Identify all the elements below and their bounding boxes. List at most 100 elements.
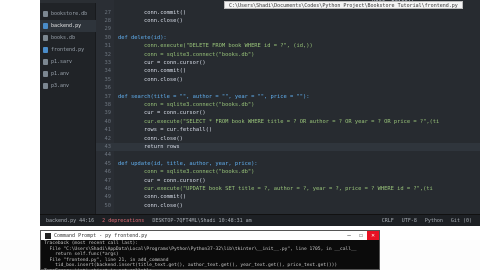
terminal-output[interactable]: Traceback (most recent call last): File … bbox=[41, 240, 379, 270]
code-line[interactable]: 35 conn.close() bbox=[96, 76, 480, 84]
status-item-3[interactable]: Git (0) bbox=[451, 218, 472, 224]
file-path-tooltip: C:\Users\Shadi\Documents\Codes\Python Pr… bbox=[224, 1, 463, 9]
status-bar: backend.py 44:16 2 deprecations DESKTOP-… bbox=[40, 214, 480, 226]
status-item-2[interactable]: Python bbox=[425, 218, 443, 224]
line-number: 27 bbox=[104, 9, 112, 16]
sidebar-item-3[interactable]: frontend.py bbox=[40, 44, 96, 56]
desktop-margin bbox=[0, 0, 40, 240]
sidebar-item-label: bookstore.db bbox=[51, 11, 88, 17]
sidebar-item-4[interactable]: p1.sarv bbox=[40, 56, 96, 68]
code-text: conn = sqlite3.connect("books.db") bbox=[118, 169, 255, 176]
code-text: def update(id, title, author, year, pric… bbox=[118, 160, 258, 167]
code-text: conn = sqlite3.connect("books.db") bbox=[118, 51, 255, 58]
status-errors[interactable]: 2 deprecations bbox=[102, 218, 144, 224]
code-line[interactable]: 41 rows = cur.fetchall() bbox=[96, 126, 480, 134]
code-line[interactable]: 33 cur = conn.cursor() bbox=[96, 59, 480, 67]
code-line[interactable]: 43 return rows bbox=[96, 142, 480, 152]
code-text: conn.close() bbox=[118, 135, 183, 142]
code-editor[interactable]: year, price))27 conn.commit()28 conn.clo… bbox=[96, 0, 480, 214]
sidebar-item-2[interactable]: books.db bbox=[40, 32, 96, 44]
maximize-button[interactable]: ☐ bbox=[355, 231, 367, 240]
line-number: 30 bbox=[104, 34, 112, 41]
python-file-icon bbox=[43, 23, 48, 29]
line-number: 36 bbox=[104, 85, 112, 92]
code-line[interactable]: 31 conn.execute("DELETE FROM book WHERE … bbox=[96, 42, 480, 50]
code-text: cur = conn.cursor() bbox=[118, 110, 206, 117]
file-icon bbox=[43, 11, 48, 17]
code-text: conn.execute("DELETE FROM book WHERE id … bbox=[118, 43, 313, 50]
line-number: 49 bbox=[104, 194, 112, 201]
code-line[interactable]: 28 conn.close() bbox=[96, 17, 480, 25]
code-text: conn.commit() bbox=[118, 68, 187, 75]
line-number: 40 bbox=[104, 118, 112, 125]
status-right-items: CRLF UTF-8 Python Git (0) bbox=[382, 218, 480, 224]
line-number: 31 bbox=[104, 43, 112, 50]
code-text: rows = cur.fetchall() bbox=[118, 127, 213, 134]
code-line[interactable]: 36 bbox=[96, 84, 480, 92]
status-item-0[interactable]: CRLF bbox=[382, 218, 394, 224]
code-line[interactable]: 30 def delete(id): bbox=[96, 34, 480, 42]
code-line[interactable]: 45 def update(id, title, author, year, pr… bbox=[96, 160, 480, 168]
code-line[interactable]: 37 def search(title = "", author = "", ye… bbox=[96, 93, 480, 101]
terminal-titlebar[interactable]: Command Prompt - py frontend.py — ☐ ✕ bbox=[41, 231, 379, 240]
sidebar-item-label: books.db bbox=[51, 35, 76, 41]
code-text: conn.close() bbox=[118, 202, 183, 209]
command-prompt-window[interactable]: Command Prompt - py frontend.py — ☐ ✕ Tr… bbox=[40, 230, 380, 270]
code-text: return rows bbox=[118, 143, 180, 150]
code-text: conn.close() bbox=[118, 17, 183, 24]
code-line[interactable]: 48 cur.execute("UPDATE book SET title = … bbox=[96, 185, 480, 193]
line-number: 35 bbox=[104, 76, 112, 83]
line-number: 48 bbox=[104, 185, 112, 192]
code-line[interactable]: 50 conn.close() bbox=[96, 202, 480, 210]
sidebar-item-5[interactable]: p1.anv bbox=[40, 68, 96, 80]
code-line[interactable]: 32 conn = sqlite3.connect("books.db") bbox=[96, 51, 480, 59]
file-list: bookstore.db backend.py books.db frontend.p… bbox=[40, 8, 96, 92]
code-line[interactable]: 39 cur = conn.cursor() bbox=[96, 109, 480, 117]
line-number: 29 bbox=[104, 26, 112, 33]
line-number: 46 bbox=[104, 169, 112, 176]
sidebar-header bbox=[40, 0, 96, 3]
line-number: 37 bbox=[104, 93, 112, 100]
line-number: 45 bbox=[104, 160, 112, 167]
line-number: 47 bbox=[104, 177, 112, 184]
line-number: 42 bbox=[104, 135, 112, 142]
minimize-button[interactable]: — bbox=[343, 231, 355, 240]
code-line[interactable]: 44 bbox=[96, 151, 480, 159]
code-text: conn.commit() bbox=[118, 194, 187, 201]
file-tree-sidebar: bookstore.db backend.py books.db frontend.p… bbox=[40, 0, 96, 214]
line-number: 43 bbox=[104, 143, 112, 150]
sidebar-item-1[interactable]: backend.py bbox=[40, 20, 96, 32]
sidebar-item-6[interactable]: p3.anv bbox=[40, 80, 96, 92]
python-file-icon bbox=[43, 47, 48, 53]
status-taskbar-text: DESKTOP-7QFT4ML\Shadi 10:48:31 am bbox=[152, 217, 252, 224]
code-line[interactable]: 34 conn.commit() bbox=[96, 67, 480, 75]
code-line[interactable]: 47 cur = conn.cursor() bbox=[96, 177, 480, 185]
terminal-title: Command Prompt - py frontend.py bbox=[54, 232, 148, 239]
code-text: conn = sqlite3.connect("books.db") bbox=[118, 101, 255, 108]
code-line[interactable]: 46 conn = sqlite3.connect("books.db") bbox=[96, 168, 480, 176]
code-line[interactable]: 40 cur.execute("SELECT * FROM book WHERE… bbox=[96, 118, 480, 126]
code-text: conn.close() bbox=[118, 76, 183, 83]
sidebar-item-0[interactable]: bookstore.db bbox=[40, 8, 96, 20]
sidebar-item-label: frontend.py bbox=[51, 47, 85, 53]
sidebar-item-label: backend.py bbox=[51, 23, 82, 29]
line-number: 34 bbox=[104, 68, 112, 75]
line-number: 41 bbox=[104, 127, 112, 134]
file-icon bbox=[43, 71, 48, 77]
code-text: cur.execute("UPDATE book SET title = ?, … bbox=[118, 185, 433, 192]
line-number: 32 bbox=[104, 51, 112, 58]
status-item-1[interactable]: UTF-8 bbox=[402, 218, 417, 224]
code-line[interactable]: 49 conn.commit() bbox=[96, 193, 480, 201]
line-number: 39 bbox=[104, 110, 112, 117]
sidebar-item-label: p1.sarv bbox=[51, 59, 73, 65]
close-button[interactable]: ✕ bbox=[367, 231, 379, 240]
file-icon bbox=[43, 35, 48, 41]
code-line[interactable]: 29 bbox=[96, 25, 480, 33]
status-file-position[interactable]: backend.py 44:16 bbox=[40, 218, 94, 224]
line-number: 28 bbox=[104, 17, 112, 24]
terminal-icon bbox=[45, 232, 51, 239]
code-line[interactable]: 38 conn = sqlite3.connect("books.db") bbox=[96, 101, 480, 109]
code-text: def delete(id): bbox=[118, 34, 167, 41]
code-line[interactable]: 42 conn.close() bbox=[96, 135, 480, 143]
code-text: cur.execute("SELECT * FROM book WHERE ti… bbox=[118, 118, 440, 125]
